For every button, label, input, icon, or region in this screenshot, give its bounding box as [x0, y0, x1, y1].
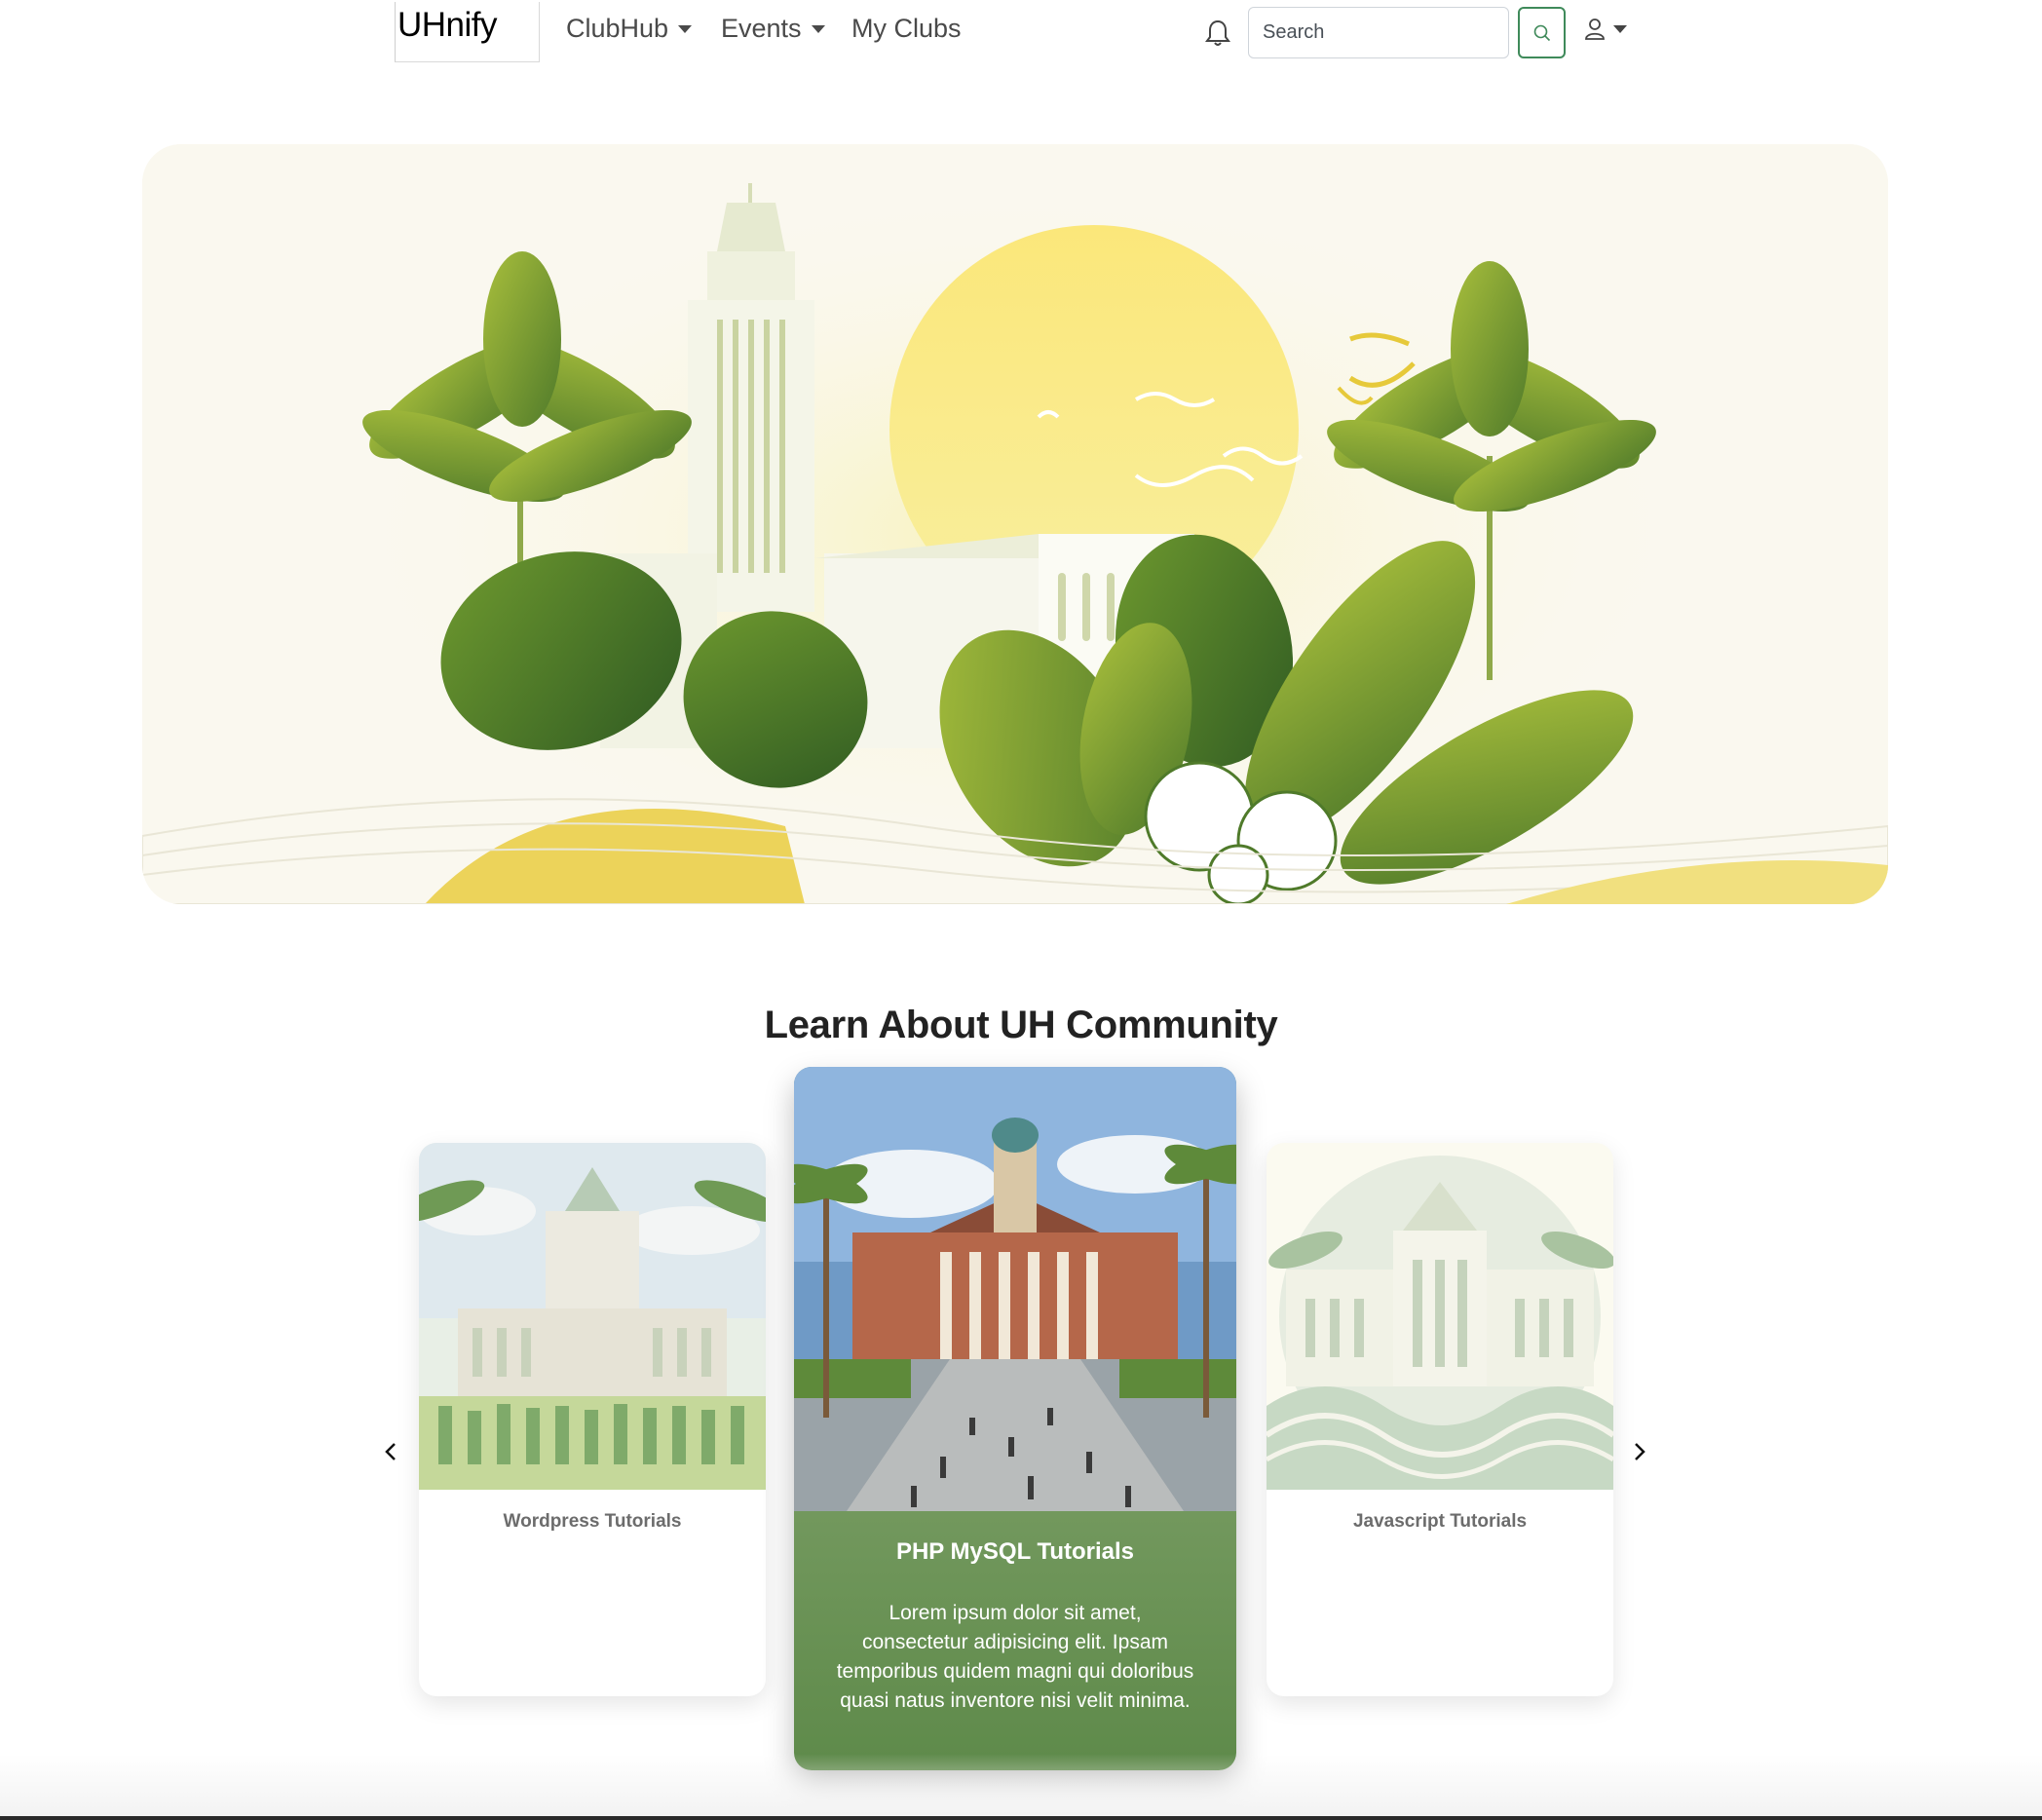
- card-description: Lorem ipsum dolor sit amet, consectetur …: [836, 1602, 1194, 1712]
- nav-clubhub-dropdown[interactable]: ClubHub: [566, 14, 693, 44]
- section-title: Learn About UH Community: [764, 1004, 1278, 1046]
- card-image-campus-plaza: [794, 1067, 1236, 1511]
- search-icon: [1533, 24, 1550, 41]
- carousel-prev-button[interactable]: [376, 1437, 405, 1466]
- card-image-campus-illustration: [1267, 1143, 1613, 1490]
- carousel-card-php-mysql[interactable]: PHP MySQL Tutorials Lorem ipsum dolor si…: [794, 1067, 1236, 1770]
- user-icon: [1585, 19, 1605, 40]
- carousel-card-wordpress[interactable]: Wordpress Tutorials: [419, 1143, 766, 1696]
- search-button[interactable]: [1518, 7, 1566, 58]
- card-title: Javascript Tutorials: [1352, 1511, 1528, 1532]
- nav-my-clubs-label: My Clubs: [851, 14, 962, 43]
- bottom-fade: [0, 1754, 2042, 1820]
- caret-down-icon: [678, 24, 693, 33]
- brand-logo[interactable]: UHnify: [395, 2, 540, 62]
- bottom-border: [0, 1816, 2042, 1820]
- user-menu-dropdown[interactable]: [1584, 18, 1627, 41]
- carousel-next-button[interactable]: [1625, 1437, 1654, 1466]
- chevron-right-icon: [1635, 1443, 1645, 1460]
- nav-events-dropdown[interactable]: Events: [721, 14, 825, 44]
- top-navbar: UHnify ClubHub Events My Clubs: [0, 0, 2042, 68]
- carousel-card-javascript[interactable]: Javascript Tutorials: [1267, 1143, 1613, 1696]
- nav-clubhub-label: ClubHub: [566, 14, 669, 43]
- card-title: Wordpress Tutorials: [503, 1511, 682, 1532]
- search-input[interactable]: [1248, 7, 1509, 58]
- card-image-campus-graduation: [419, 1143, 766, 1490]
- card-title: PHP MySQL Tutorials: [895, 1538, 1135, 1565]
- hero-banner: [142, 144, 1888, 904]
- hero-illustration: [142, 144, 1888, 904]
- nav-events-label: Events: [721, 14, 802, 43]
- caret-down-icon: [1613, 25, 1627, 33]
- bell-icon[interactable]: [1205, 19, 1230, 48]
- caret-down-icon: [811, 24, 825, 33]
- chevron-left-icon: [385, 1443, 396, 1460]
- brand-name: UHnify: [397, 6, 498, 44]
- nav-my-clubs-link[interactable]: My Clubs: [851, 14, 962, 44]
